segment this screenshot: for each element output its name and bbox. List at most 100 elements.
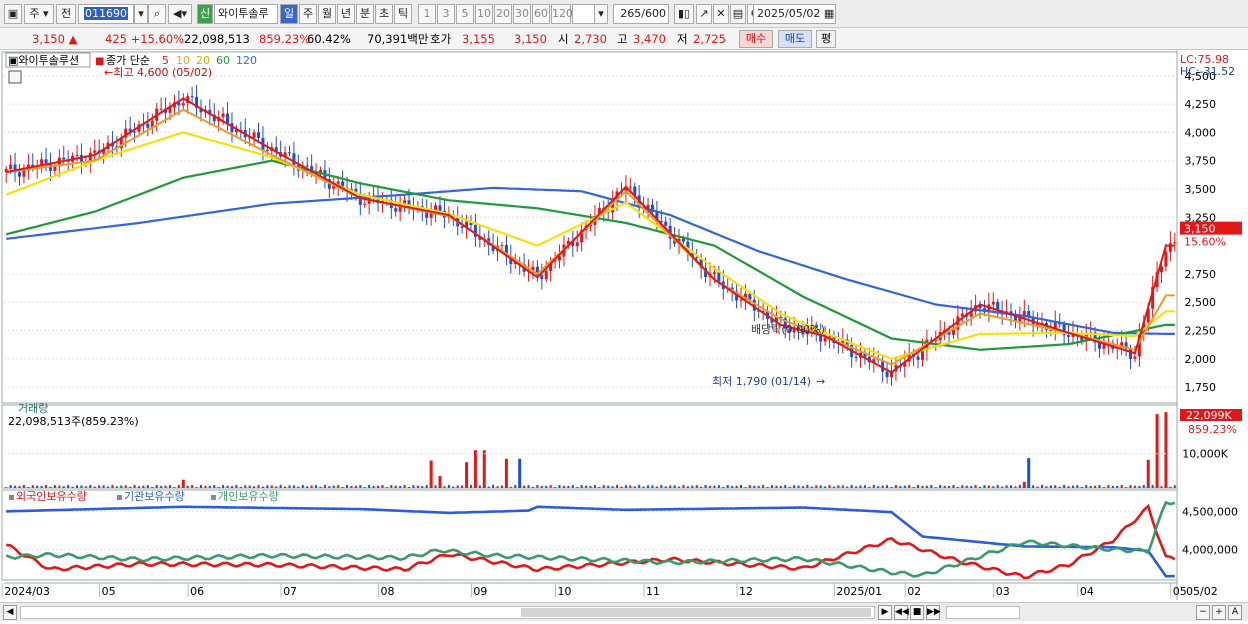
- interval-30[interactable]: 30: [513, 4, 531, 24]
- sell-button[interactable]: 매도: [778, 30, 812, 48]
- scroll-thumb[interactable]: [521, 608, 871, 617]
- interval-120[interactable]: 120: [551, 4, 573, 24]
- forward-icon[interactable]: ▶▶: [926, 605, 941, 620]
- date-field[interactable]: 2025/05/02 ▦: [753, 4, 836, 24]
- volume-bar: [319, 486, 322, 488]
- legend-period-60: 60: [216, 54, 230, 67]
- volume-bar: [288, 485, 291, 488]
- x-tick-label: 05: [102, 585, 116, 598]
- search-icon[interactable]: ⌕: [148, 4, 166, 24]
- count-field[interactable]: 265/600: [613, 4, 669, 24]
- zoom-in-icon[interactable]: +: [1212, 605, 1226, 620]
- candle-body: [252, 132, 256, 138]
- crosshair-icon[interactable]: ✕: [713, 4, 729, 24]
- stock-code-input[interactable]: 011690: [78, 4, 134, 24]
- volume-bar: [390, 485, 393, 488]
- volume-bar: [770, 485, 773, 488]
- sound-icon[interactable]: ◀▾: [168, 4, 192, 24]
- prev-button[interactable]: 전: [56, 4, 76, 24]
- volume-bar: [735, 485, 738, 488]
- interval-1[interactable]: 1: [418, 4, 436, 24]
- volume-bar: [478, 485, 481, 488]
- volume-bar: [416, 485, 419, 488]
- x-tick-label: 11: [646, 585, 660, 598]
- volume-bar: [1054, 485, 1057, 488]
- volume-bar: [284, 486, 287, 488]
- volume-bar: [275, 486, 278, 488]
- volume-bar: [576, 487, 579, 488]
- chart-area[interactable]: 4,500 4,250 4,000 3,750 3,500 3,250 2,750 2,500…: [0, 50, 1248, 621]
- volume-bar: [230, 486, 233, 488]
- quote-bar: 3,150 ▲ 425 +15.60% 22,098,513 859.23% 6…: [0, 28, 1248, 50]
- calendar-icon[interactable]: ▦: [824, 7, 834, 20]
- period-week[interactable]: 주: [299, 4, 317, 24]
- volume-bar: [881, 485, 884, 488]
- period-month[interactable]: 월: [318, 4, 336, 24]
- volume-bar: [509, 486, 512, 488]
- candle-body: [146, 123, 150, 128]
- candle-body: [17, 172, 21, 177]
- scroll-left-icon[interactable]: ◀: [3, 605, 17, 620]
- price-value: 3,150: [32, 32, 65, 46]
- stop-icon[interactable]: ■: [910, 605, 924, 620]
- bid-label: 호가: [430, 32, 452, 46]
- scroll-right-icon[interactable]: ▶: [878, 605, 892, 620]
- candle-body: [159, 108, 163, 110]
- volume-bar: [642, 486, 645, 488]
- rewind-icon[interactable]: ◀◀: [894, 605, 909, 620]
- zoom-out-icon[interactable]: −: [1196, 605, 1210, 620]
- stock-name-field[interactable]: 와이투솔루: [214, 4, 278, 24]
- volume-bar: [952, 484, 955, 488]
- save-icon[interactable]: ▤: [730, 4, 746, 24]
- volume-bar: [270, 485, 273, 488]
- volume-bar: [1089, 485, 1092, 488]
- period-second[interactable]: 초: [375, 4, 393, 24]
- volume-bar: [9, 485, 12, 488]
- volume-summary: 22,098,513주(859.23%): [8, 415, 139, 428]
- interval-60[interactable]: 60: [532, 4, 550, 24]
- candle-body: [664, 221, 668, 226]
- volume-bar: [801, 486, 804, 488]
- volume-bar: [562, 485, 565, 488]
- volume-bar: [567, 485, 570, 488]
- draw-tool-icon[interactable]: ↗: [696, 4, 712, 24]
- volume-bar: [890, 486, 893, 488]
- market-select[interactable]: 주 ▾: [24, 4, 54, 24]
- period-tick[interactable]: 틱: [394, 4, 412, 24]
- volume-bar: [850, 484, 853, 488]
- zoom-slider[interactable]: [946, 606, 1020, 619]
- buy-button[interactable]: 매수: [739, 30, 773, 48]
- volume-bar: [155, 484, 158, 488]
- volume-bar: [1076, 485, 1079, 488]
- table-icon[interactable]: [8, 70, 22, 84]
- interval-20[interactable]: 20: [494, 4, 512, 24]
- volume-bar: [89, 484, 92, 488]
- volume-bar: [925, 485, 928, 488]
- stock-chart[interactable]: 4,5004,2504,0003,7503,5003,2502,7502,500…: [0, 50, 1248, 621]
- interval-3[interactable]: 3: [437, 4, 455, 24]
- custom-interval-dropdown[interactable]: ▾: [594, 4, 608, 24]
- volume-bar: [168, 485, 171, 488]
- volume-bar: [748, 485, 751, 488]
- candle-icon[interactable]: ▮▯: [674, 4, 694, 24]
- interval-10[interactable]: 10: [475, 4, 493, 24]
- volume-bar: [580, 485, 583, 488]
- volume-bar: [257, 484, 260, 488]
- layout-icon[interactable]: ▣: [4, 4, 22, 24]
- volume-bar: [886, 485, 889, 488]
- text-size-icon[interactable]: A: [1228, 605, 1242, 620]
- code-dropdown-button[interactable]: ▾: [134, 4, 148, 24]
- average-button[interactable]: 평: [816, 30, 836, 48]
- candle-body: [1067, 335, 1071, 337]
- horizontal-scrollbar[interactable]: [20, 606, 875, 619]
- period-day[interactable]: 일: [280, 4, 298, 24]
- series-name-label: ▣와이투솔루션: [8, 54, 79, 67]
- price-tick-label: 1,750: [1185, 381, 1217, 394]
- volume-bar: [961, 485, 964, 488]
- volume-bar: [1125, 487, 1128, 488]
- volume-bar: [815, 485, 818, 488]
- period-year[interactable]: 년: [337, 4, 355, 24]
- candle-body: [739, 299, 743, 301]
- interval-5[interactable]: 5: [456, 4, 474, 24]
- period-minute[interactable]: 분: [356, 4, 374, 24]
